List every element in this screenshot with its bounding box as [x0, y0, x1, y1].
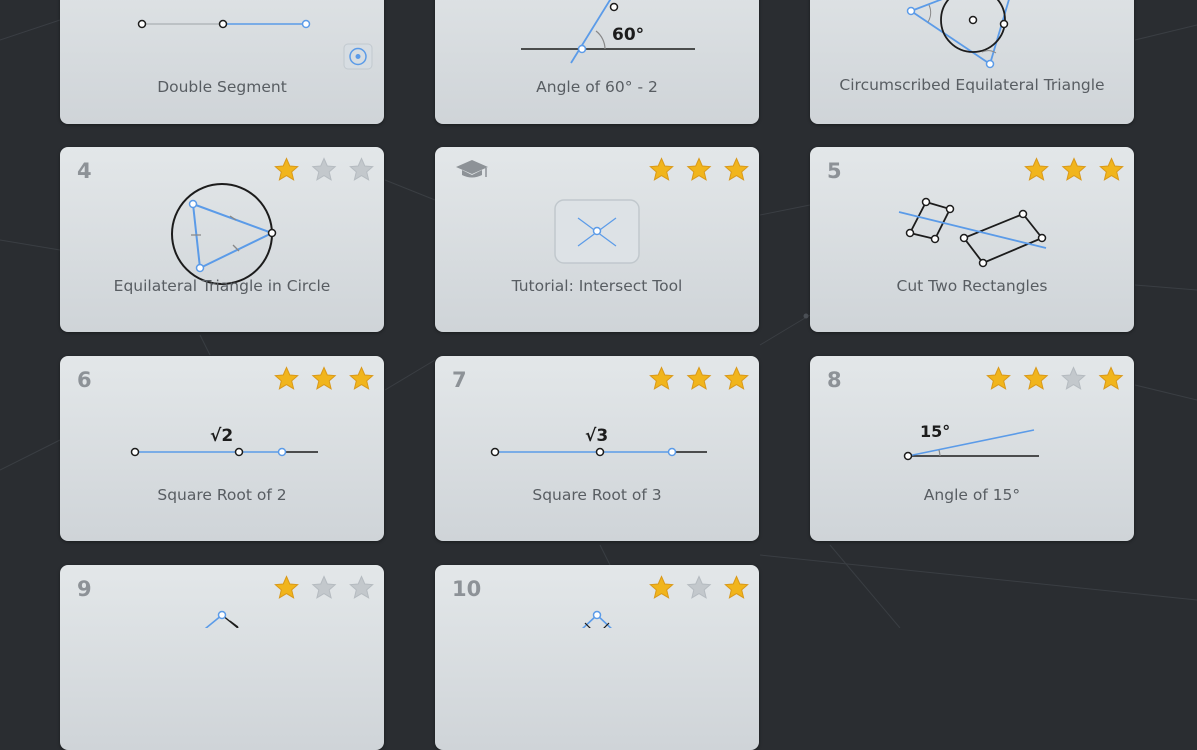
level-title: Double Segment [157, 78, 287, 96]
level-title: Square Root of 2 [157, 486, 287, 504]
level-preview-double-segment [137, 19, 311, 29]
level-preview-cut-rectangles [898, 197, 1047, 268]
angle-label: 60° [612, 25, 644, 45]
level-card-10[interactable]: 10 [435, 565, 759, 750]
sqrt-label: √2 [210, 426, 233, 446]
level-title: Equilateral Triangle in Circle [113, 277, 331, 295]
level-preview-angle-60: 60° [521, 0, 695, 64]
level-card-9[interactable]: 9 [60, 565, 384, 750]
level-title: Circumscribed Equilateral Triangle [839, 76, 1105, 94]
level-card-4[interactable]: 4 Equilateral Triangle in Circle [60, 147, 384, 332]
level-preview-sqrt-3: √3 [490, 426, 707, 457]
sqrt-label: √3 [585, 426, 608, 446]
level-card-angle-60-2[interactable]: 60° Angle of 60° - 2 [435, 0, 759, 124]
level-card-circumscribed-equilateral-triangle[interactable]: Circumscribed Equilateral Triangle [810, 0, 1134, 124]
level-card-double-segment[interactable]: Double Segment [60, 0, 384, 124]
level-preview-triangle-in-circle [171, 183, 277, 285]
level-card-8[interactable]: 8 15° Angle of 15° [810, 356, 1134, 541]
level-title: Cut Two Rectangles [896, 277, 1048, 295]
intersect-tool-icon [554, 199, 640, 264]
level-preview-10 [582, 610, 612, 628]
level-card-7[interactable]: 7 √3 Square Root of 3 [435, 356, 759, 541]
level-preview-circumscribed-triangle [906, 0, 1010, 69]
level-title: Angle of 15° [923, 486, 1021, 504]
angle-label: 15° [920, 422, 950, 441]
level-preview-9 [204, 610, 239, 628]
level-title: Tutorial: Intersect Tool [511, 277, 683, 295]
level-title: Square Root of 3 [532, 486, 662, 504]
level-card-tutorial-intersect[interactable]: Tutorial: Intersect Tool [435, 147, 759, 332]
level-card-5[interactable]: 5 Cut Two Rectangles [810, 147, 1134, 332]
hint-target-icon[interactable] [343, 43, 373, 70]
level-title: Angle of 60° - 2 [536, 78, 658, 96]
level-preview-angle-15: 15° [903, 422, 1039, 461]
level-preview-sqrt-2: √2 [130, 426, 318, 457]
level-card-6[interactable]: 6 √2 Square Root of 2 [60, 356, 384, 541]
